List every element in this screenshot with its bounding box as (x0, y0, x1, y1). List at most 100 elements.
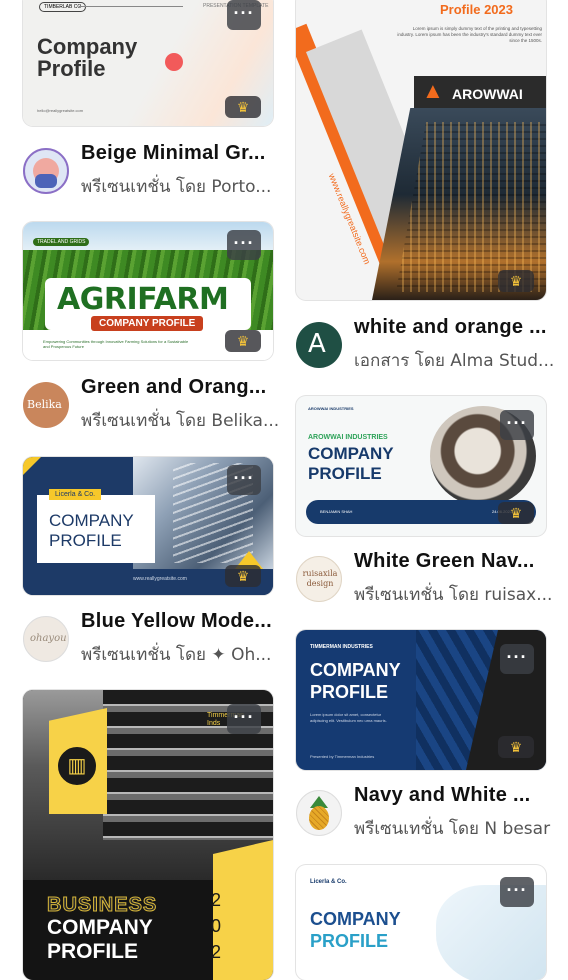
template-thumbnail-agrifarm[interactable]: TRADEL AND GRIDS AGRIFARM COMPANY PROFIL… (23, 222, 273, 360)
more-options-button[interactable]: ··· (227, 230, 261, 260)
template-title[interactable]: Navy and White ... (354, 784, 531, 807)
crown-icon: ♛ (236, 568, 250, 584)
thumb-chip: Licerla & Co. (310, 879, 347, 885)
template-meta: A white and orange ... เอกสาร โดย Alma S… (296, 316, 566, 372)
thumb-brand-logo: ▲ (422, 78, 444, 103)
creator-avatar[interactable] (23, 148, 69, 194)
thumb-ribbon: COMPANY PROFILE (91, 316, 204, 331)
template-thumbnail-licerla-light[interactable]: Licerla & Co. COMPANY PROFILE ··· (296, 865, 546, 980)
thumb-heading-line3: PROFILE (47, 940, 139, 963)
thumb-body: Lorem ipsum dolor sit amet, consectetur … (310, 712, 387, 723)
template-meta: Navy and White ... พรีเซนเทชั่น โดย N be… (296, 784, 566, 840)
more-options-icon: ··· (506, 647, 528, 667)
avatar-text: ohayou (30, 633, 67, 644)
template-meta: Belika Green and Orang... พรีเซนเทชั่น โ… (23, 376, 293, 432)
template-subtitle[interactable]: พรีเซนเทชั่น โดย N besar (354, 815, 550, 842)
thumb-heading-line2: PROFILE (308, 464, 382, 483)
crown-icon: ♛ (509, 739, 523, 755)
premium-badge: ♛ (498, 736, 534, 758)
more-options-icon: ··· (506, 880, 528, 900)
thumb-sub-heading: AROWWAI INDUSTRIES (308, 434, 388, 441)
thumb-heading-line2: COMPANY (47, 916, 153, 939)
premium-badge: ♛ (498, 270, 534, 292)
avatar-text: A (308, 329, 326, 359)
premium-badge: ♛ (225, 565, 261, 587)
more-options-icon: ··· (233, 707, 255, 727)
crown-icon: ♛ (236, 333, 250, 349)
avatar-text: ruisaxila design (302, 569, 338, 588)
thumb-heading-line1: COMPANY (49, 511, 134, 530)
more-options-icon: ··· (233, 233, 255, 253)
creator-avatar[interactable]: ruisaxila design (296, 556, 342, 602)
creator-avatar[interactable]: ohayou (23, 616, 69, 662)
thumb-tagline: Empowering Communities through Innovativ… (43, 339, 189, 349)
creator-avatar[interactable]: Belika (23, 382, 69, 428)
template-meta: ruisaxila design White Green Nav... พรีเ… (296, 550, 566, 606)
thumb-decorative-dot (165, 53, 183, 71)
more-options-button[interactable]: ··· (227, 0, 261, 30)
template-title[interactable]: Green and Orang... (81, 376, 266, 399)
template-thumbnail-white-green-navy[interactable]: AROWWAI INDUSTRIES AROWWAI INDUSTRIES CO… (296, 396, 546, 536)
thumb-yellow-side (213, 840, 273, 980)
thumb-heading: Profile 2023 (440, 2, 513, 17)
more-options-button[interactable]: ··· (500, 644, 534, 674)
thumb-heading-line1: COMPANY (310, 909, 401, 929)
thumb-brand: AROWWAI INDUSTRIES (308, 406, 354, 411)
thumb-presenter: BENJAMIN SHAH (320, 509, 353, 514)
more-options-icon: ··· (233, 3, 255, 23)
avatar-illustration-body (35, 174, 57, 188)
template-subtitle[interactable]: พรีเซนเทชั่น โดย Belika... (81, 407, 279, 434)
template-thumbnail-white-orange[interactable]: Profile 2023 Lorem ipsum is simply dummy… (296, 0, 546, 300)
thumb-presenter: Presented by Timmerman Industries (310, 754, 375, 759)
avatar-text: Belika (27, 398, 62, 411)
thumb-heading-line2: PROFILE (49, 531, 122, 550)
thumb-heading-line2: PROFILE (310, 682, 389, 702)
thumb-url: www.reallygreatsite.com (133, 576, 187, 582)
thumb-heading-line2: PROFILE (310, 931, 389, 951)
creator-avatar[interactable]: A (296, 322, 342, 368)
more-options-button[interactable]: ··· (500, 410, 534, 440)
thumb-heading-line2: Profile (37, 56, 106, 81)
more-options-icon: ··· (506, 413, 528, 433)
template-title[interactable]: Beige Minimal Gr... (81, 142, 266, 165)
thumb-body: Lorem ipsum is simply dummy text of the … (397, 26, 542, 43)
more-options-button[interactable]: ··· (500, 877, 534, 907)
template-thumbnail-navy-white[interactable]: TIMMERMAN INDUSTRIES COMPANY PROFILE Lor… (296, 630, 546, 770)
more-options-button[interactable]: ··· (227, 704, 261, 734)
template-subtitle[interactable]: พรีเซนเทชั่น โดย ruisax... (354, 581, 552, 608)
thumb-chip: TIMBERLAB CO (39, 2, 87, 12)
premium-badge: ♛ (225, 330, 261, 352)
template-subtitle[interactable]: พรีเซนเทชั่น โดย Porto... (81, 173, 271, 200)
template-title[interactable]: Blue Yellow Mode... (81, 610, 272, 633)
thumb-year-digit: 0 (211, 916, 222, 936)
template-thumbnail-business[interactable]: ▥ Timmerman Inds BUSINESS COMPANY PROFIL… (23, 690, 273, 980)
template-thumbnail-blue-yellow[interactable]: Licerla & Co. COMPANY PROFILE www.really… (23, 457, 273, 595)
more-options-button[interactable]: ··· (227, 465, 261, 495)
crown-icon: ♛ (236, 99, 250, 115)
thumb-brand: AGRIFARM (57, 282, 229, 317)
thumb-brand: TIMMERMAN INDUSTRIES (310, 644, 373, 650)
thumb-email: hello@reallygreatsite.com (37, 108, 84, 113)
thumb-year-digit: 2 (211, 890, 222, 910)
pineapple-body (309, 806, 329, 830)
thumb-heading-line1: COMPANY (310, 660, 401, 680)
template-meta: ohayou Blue Yellow Mode... พรีเซนเทชั่น … (23, 610, 293, 666)
template-meta: Beige Minimal Gr... พรีเซนเทชั่น โดย Por… (23, 142, 293, 198)
thumb-chip: Licerla & Co. (49, 489, 102, 500)
thumb-brand: AROWWAI (452, 86, 523, 102)
premium-badge: ♛ (225, 96, 261, 118)
thumb-heading-line1: BUSINESS (46, 894, 158, 917)
template-thumbnail-beige-minimal[interactable]: TIMBERLAB CO PRESENTATION TEMPLATE Compa… (23, 0, 273, 126)
template-title[interactable]: White Green Nav... (354, 550, 535, 573)
creator-avatar[interactable] (296, 790, 342, 836)
thumb-tag: TRADEL AND GRIDS (33, 238, 90, 246)
premium-badge: ♛ (498, 502, 534, 524)
thumb-logo-badge: ▥ (55, 744, 99, 788)
more-options-icon: ··· (233, 468, 255, 488)
crown-icon: ♛ (509, 505, 523, 521)
thumb-divider (79, 6, 183, 7)
template-subtitle[interactable]: พรีเซนเทชั่น โดย ✦ Oh... (81, 641, 271, 668)
template-title[interactable]: white and orange ... (354, 316, 547, 339)
template-subtitle[interactable]: เอกสาร โดย Alma Stud... (354, 347, 554, 374)
crown-icon: ♛ (509, 273, 523, 289)
